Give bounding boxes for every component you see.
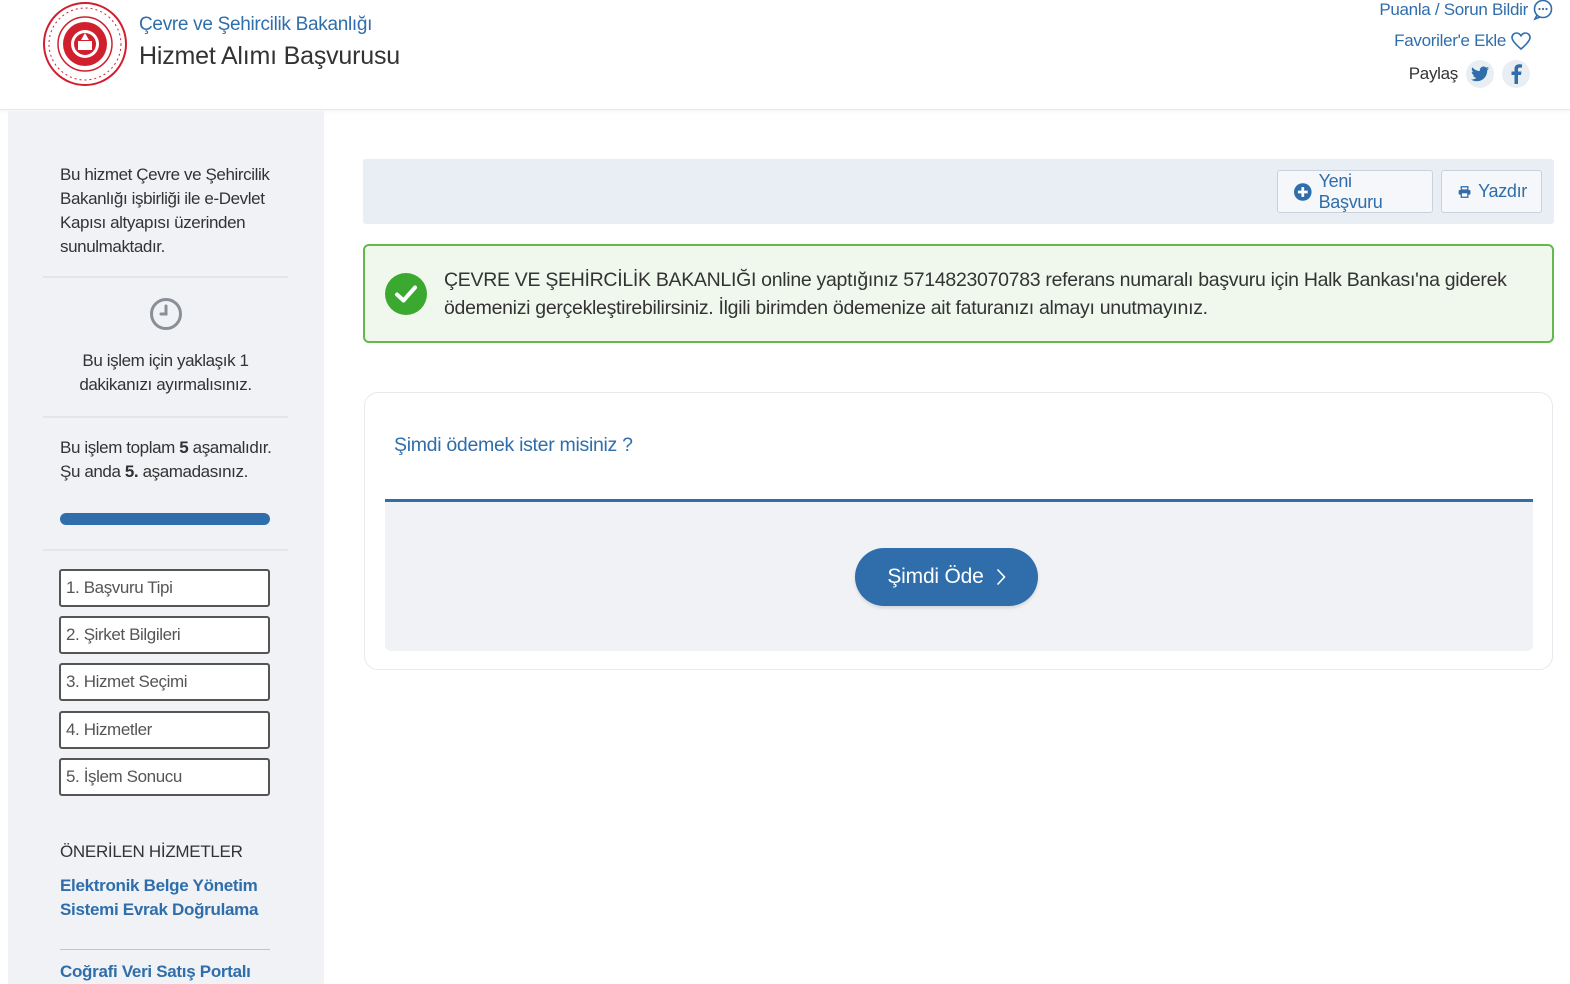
clock-icon [150, 298, 182, 330]
share-label: Paylaş [1408, 64, 1459, 83]
chevron-right-icon [996, 568, 1006, 586]
recommended-heading: ÖNERİLEN HİZMETLER [60, 842, 243, 861]
plus-circle-icon [1294, 182, 1312, 201]
add-favorites-label: Favoriler'e Ekle [1394, 31, 1506, 50]
step-item-5[interactable]: 5. İşlem Sonucu [59, 758, 270, 796]
pay-now-button[interactable]: Şimdi Öde [855, 548, 1038, 606]
step-item-1[interactable]: 1. Başvuru Tipi [59, 569, 270, 607]
ministry-logo [43, 2, 127, 86]
recommended-link-evrak[interactable]: Elektronik Belge Yönetim Sistemi Evrak D… [60, 874, 275, 922]
chat-icon [1533, 0, 1553, 21]
payment-question: Şimdi ödemek ister misiniz ? [394, 434, 633, 456]
alert-message: ÇEVRE VE ŞEHİRCİLİK BAKANLIĞI online yap… [444, 269, 1507, 319]
sidebar-divider [43, 276, 288, 278]
share-bar: Paylaş [1409, 60, 1530, 88]
recommended-divider [60, 949, 270, 950]
duration-text: Bu işlem için yaklaşık 1 dakikanızı ayır… [79, 351, 252, 394]
add-favorites-link[interactable]: Favoriler'e Ekle [1394, 31, 1532, 51]
facebook-icon[interactable] [1502, 60, 1530, 88]
page-header: Çevre ve Şehircilik Bakanlığı Hizmet Alı… [0, 0, 1570, 110]
print-button[interactable]: Yazdır [1441, 170, 1542, 213]
ministry-name: Çevre ve Şehircilik Bakanlığı [139, 14, 373, 35]
service-title: Hizmet Alımı Başvurusu [139, 42, 400, 70]
step-item-3[interactable]: 3. Hizmet Seçimi [59, 663, 270, 701]
new-application-label: Yeni Başvuru [1318, 170, 1383, 212]
rate-report-label: Puanla / Sorun Bildir [1379, 0, 1528, 19]
check-circle-icon [385, 273, 427, 315]
recommended-link-cografi[interactable]: Coğrafi Veri Satış Portalı [60, 960, 275, 984]
sidebar: Bu hizmet Çevre ve Şehircilik Bakanlığı … [8, 111, 324, 984]
step-item-4[interactable]: 4. Hizmetler [59, 711, 270, 749]
success-alert: ÇEVRE VE ŞEHİRCİLİK BAKANLIĞI online yap… [363, 244, 1554, 343]
action-toolbar: Yeni Başvuru Yazdır [363, 159, 1554, 224]
pay-now-label: Şimdi Öde [887, 565, 984, 588]
new-application-button[interactable]: Yeni Başvuru [1277, 170, 1433, 213]
sidebar-divider [43, 549, 288, 551]
service-info-text: Bu hizmet Çevre ve Şehircilik Bakanlığı … [60, 165, 270, 256]
step-item-2[interactable]: 2. Şirket Bilgileri [59, 616, 270, 654]
rate-report-link[interactable]: Puanla / Sorun Bildir [1379, 0, 1554, 21]
heart-icon [1511, 32, 1531, 51]
print-label: Yazdır [1478, 181, 1527, 201]
step-count-text: Bu işlem toplam 5 aşamalıdır. Şu anda 5.… [60, 438, 272, 481]
printer-icon [1458, 185, 1471, 198]
payment-card: Şimdi ödemek ister misiniz ? Şimdi Öde [364, 392, 1553, 670]
progress-bar [60, 513, 270, 525]
sidebar-divider [43, 416, 288, 418]
payment-action-area: Şimdi Öde [385, 499, 1533, 651]
twitter-icon[interactable] [1466, 60, 1494, 88]
